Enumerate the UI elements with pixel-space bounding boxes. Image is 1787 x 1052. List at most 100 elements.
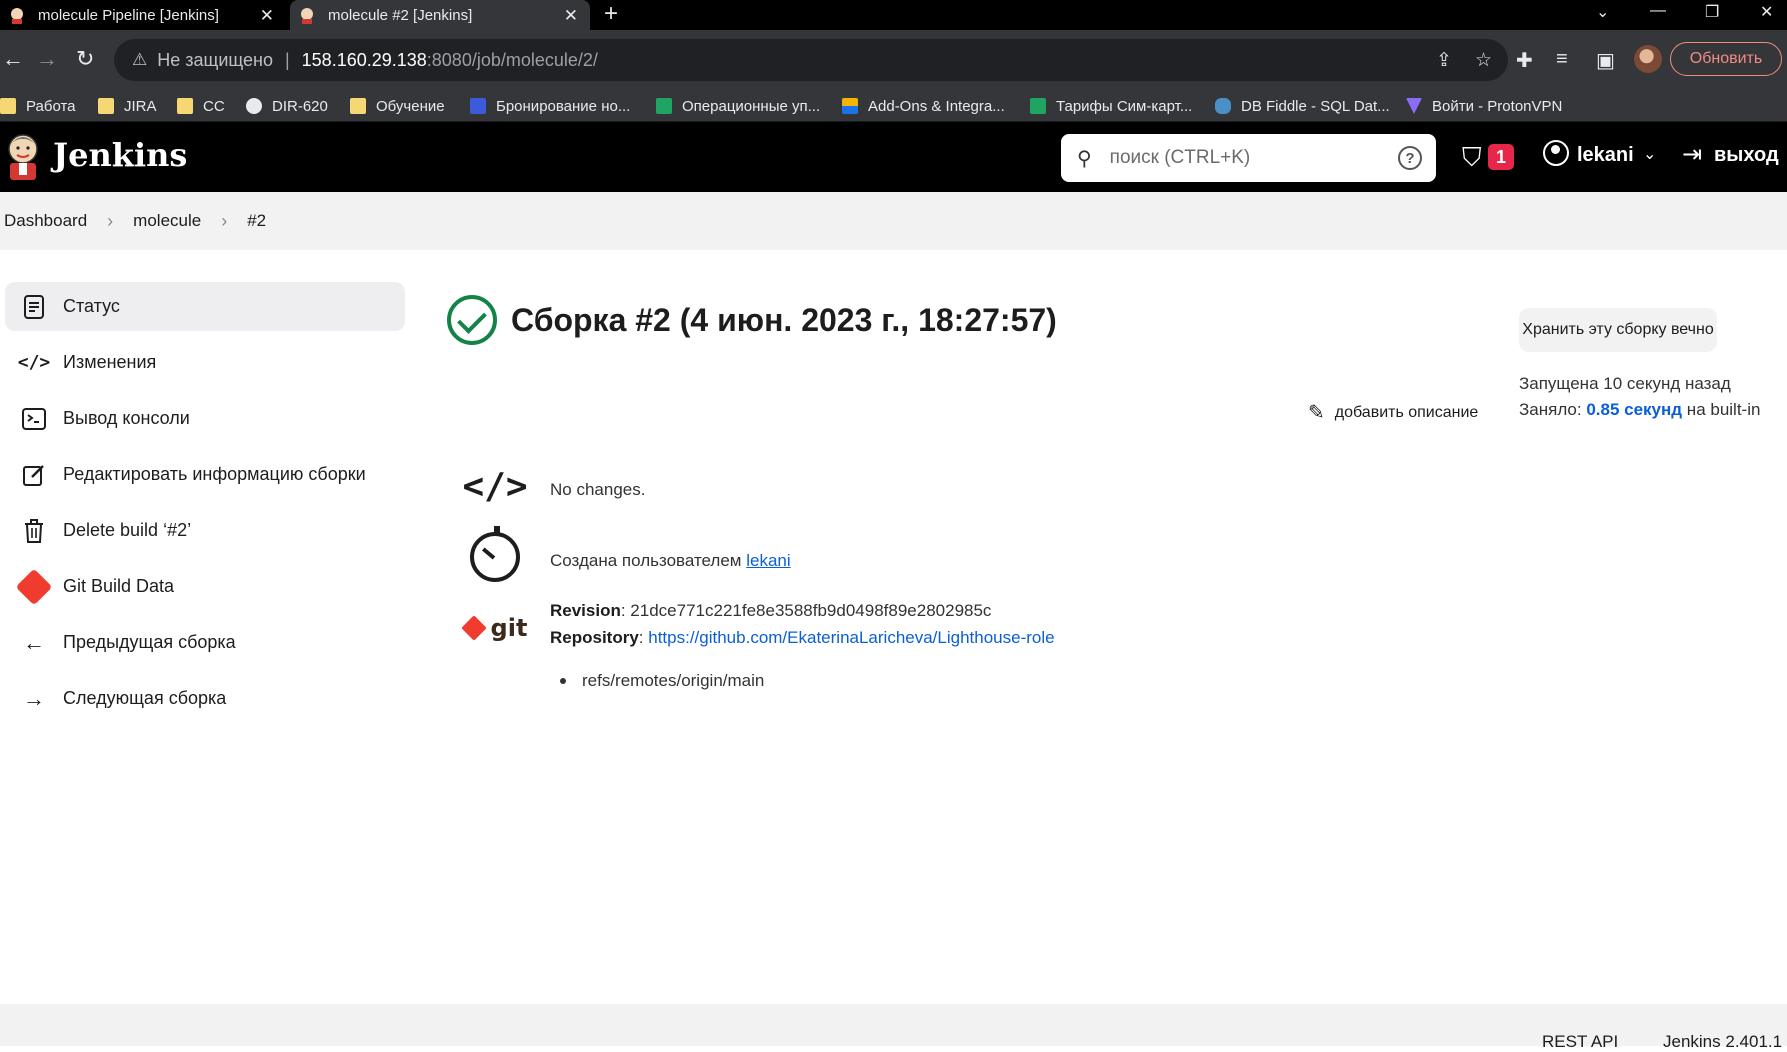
edit-icon <box>20 461 48 489</box>
bookmark-item[interactable]: Обучение <box>350 94 445 118</box>
sheets-icon <box>1030 98 1046 114</box>
security-label[interactable]: Не защищено <box>157 50 273 71</box>
window-close-icon[interactable]: ✕ <box>1760 2 1773 22</box>
breadcrumb-dashboard[interactable]: Dashboard <box>4 211 87 231</box>
shield-alert-icon[interactable]: ⛉ <box>1462 142 1482 174</box>
task-next-build[interactable]: → Следующая сборка <box>5 674 405 723</box>
user-link[interactable]: lekani <box>746 551 790 570</box>
bookmark-star-icon[interactable]: ☆ <box>1475 49 1492 72</box>
search-icon: ⚲ <box>1077 147 1092 170</box>
search-input[interactable] <box>1109 147 1380 169</box>
bookmark-label: JIRA <box>124 97 157 115</box>
logout-link[interactable]: выход <box>1714 144 1779 167</box>
rest-api-link[interactable]: REST API <box>1542 1032 1618 1052</box>
vpn-icon <box>1406 98 1422 114</box>
git-repository: Repository: https://github.com/Ekaterina… <box>550 628 1055 648</box>
alerts-badge[interactable]: 1 <box>1488 144 1514 170</box>
page-footer: REST API Jenkins 2.401.1 <box>0 1004 1787 1051</box>
close-icon[interactable]: ✕ <box>564 6 578 26</box>
minimize-icon[interactable]: — <box>1650 2 1666 20</box>
task-previous-build[interactable]: ← Предыдущая сборка <box>5 618 405 667</box>
bookmark-item[interactable]: DIR-620 <box>246 94 328 118</box>
warning-icon[interactable]: ⚠ <box>132 50 147 70</box>
git-icon <box>15 568 53 605</box>
bookmark-item[interactable]: Работа <box>0 94 76 118</box>
update-button[interactable]: Обновить <box>1670 42 1782 76</box>
bookmark-item[interactable]: JIRA <box>98 94 157 118</box>
share-icon[interactable]: ⇪ <box>1436 49 1452 72</box>
folder-icon <box>98 98 114 114</box>
task-edit-build-info[interactable]: Редактировать информацию сборки <box>5 450 405 499</box>
add-description-label: добавить описание <box>1334 403 1479 421</box>
task-changes[interactable]: </> Изменения <box>5 338 405 387</box>
address-bar[interactable]: ⚠ Не защищено | 158.160.29.138 :8080/job… <box>114 39 1508 81</box>
add-description-link[interactable]: ✎ добавить описание <box>1308 400 1478 425</box>
bookmark-label: Бронирование но... <box>496 97 631 115</box>
code-icon: </> <box>17 352 51 373</box>
forward-icon[interactable]: → <box>36 46 58 72</box>
grid-icon <box>470 98 486 114</box>
folder-icon <box>177 98 193 114</box>
document-icon <box>20 293 48 321</box>
git-diamond-icon <box>460 615 487 641</box>
browser-tab[interactable]: molecule Pipeline [Jenkins] ✕ <box>0 0 286 30</box>
side-panel-icon[interactable]: ▣ <box>1596 48 1615 73</box>
breadcrumb: Dashboard › molecule › #2 <box>0 192 1787 250</box>
success-check-icon <box>447 295 497 345</box>
help-icon[interactable]: ? <box>1398 146 1422 170</box>
keep-build-forever-button[interactable]: Хранить эту сборку вечно <box>1519 308 1717 352</box>
task-label: Предыдущая сборка <box>63 632 236 652</box>
bookmark-item[interactable]: Бронирование но... <box>470 94 630 118</box>
task-delete-build[interactable]: Delete build ‘#2’ <box>5 506 405 555</box>
git-logo-icon: git <box>460 613 528 643</box>
bookmark-item[interactable]: Тарифы Сим-карт... <box>1030 94 1192 118</box>
user-icon[interactable] <box>1543 140 1569 166</box>
build-started-time: Запущена 10 секунд назад <box>1519 374 1731 393</box>
bookmarks-bar: Работа JIRA CC DIR-620 Обучение Брониров… <box>0 90 1787 122</box>
terminal-icon <box>20 405 48 433</box>
divider: | <box>284 49 290 70</box>
browser-tab-active[interactable]: molecule #2 [Jenkins] ✕ <box>290 0 590 30</box>
duration-label: Заняло: <box>1519 400 1587 419</box>
build-duration: Заняло: 0.85 секунд на built-in <box>1519 400 1760 420</box>
back-icon[interactable]: ← <box>2 46 24 72</box>
reload-icon[interactable]: ↻ <box>76 46 94 72</box>
jenkins-header: Jenkins ⚲ ? ⛉ 1 lekani ⌄ ⇥ выход <box>0 122 1787 192</box>
breadcrumb-job[interactable]: molecule <box>133 211 201 231</box>
repository-link[interactable]: https://github.com/EkaterinaLaricheva/Li… <box>648 628 1054 647</box>
task-label: Вывод консоли <box>63 408 190 428</box>
url-path: :8080/job/molecule/2/ <box>426 49 598 70</box>
tab-search-chevron-icon[interactable]: ⌄ <box>1596 2 1609 22</box>
new-tab-button[interactable]: + <box>604 1 618 27</box>
jenkins-logo-icon[interactable] <box>4 132 42 182</box>
bookmark-item[interactable]: Операционные уп... <box>656 94 820 118</box>
profile-avatar[interactable] <box>1634 45 1662 73</box>
reading-list-icon[interactable]: ≡ <box>1556 48 1568 71</box>
timer-icon <box>470 526 520 582</box>
close-icon[interactable]: ✕ <box>260 6 274 26</box>
task-status[interactable]: Статус <box>5 282 405 331</box>
bookmark-item[interactable]: CC <box>177 94 225 118</box>
task-console-output[interactable]: Вывод консоли <box>5 394 405 443</box>
tab-title: molecule #2 [Jenkins] <box>328 6 473 24</box>
breadcrumb-build[interactable]: #2 <box>247 211 266 231</box>
search-box[interactable]: ⚲ ? <box>1061 134 1436 182</box>
duration-link[interactable]: 0.85 секунд <box>1586 400 1682 419</box>
jenkins-brand[interactable]: Jenkins <box>53 136 187 174</box>
restore-icon[interactable]: ❐ <box>1705 2 1719 22</box>
user-menu[interactable]: lekani <box>1577 144 1634 167</box>
bookmark-item[interactable]: Add-Ons & Integra... <box>842 94 1005 118</box>
bookmark-label: DB Fiddle - SQL Dat... <box>1241 97 1390 115</box>
extensions-icon[interactable]: ✚ <box>1516 48 1533 73</box>
chevron-right-icon: › <box>107 210 114 231</box>
jenkins-version-link[interactable]: Jenkins 2.401.1 <box>1663 1032 1782 1052</box>
bookmark-label: Операционные уп... <box>682 97 821 115</box>
chevron-down-icon[interactable]: ⌄ <box>1643 144 1656 164</box>
bookmark-item[interactable]: DB Fiddle - SQL Dat... <box>1215 94 1390 118</box>
task-label: Delete build ‘#2’ <box>63 520 192 540</box>
task-git-build-data[interactable]: Git Build Data <box>5 562 405 611</box>
bookmark-item[interactable]: Войти - ProtonVPN <box>1406 94 1562 118</box>
bookmark-label: Тарифы Сим-карт... <box>1056 97 1193 115</box>
database-icon <box>1215 98 1231 114</box>
logout-icon[interactable]: ⇥ <box>1682 140 1702 169</box>
